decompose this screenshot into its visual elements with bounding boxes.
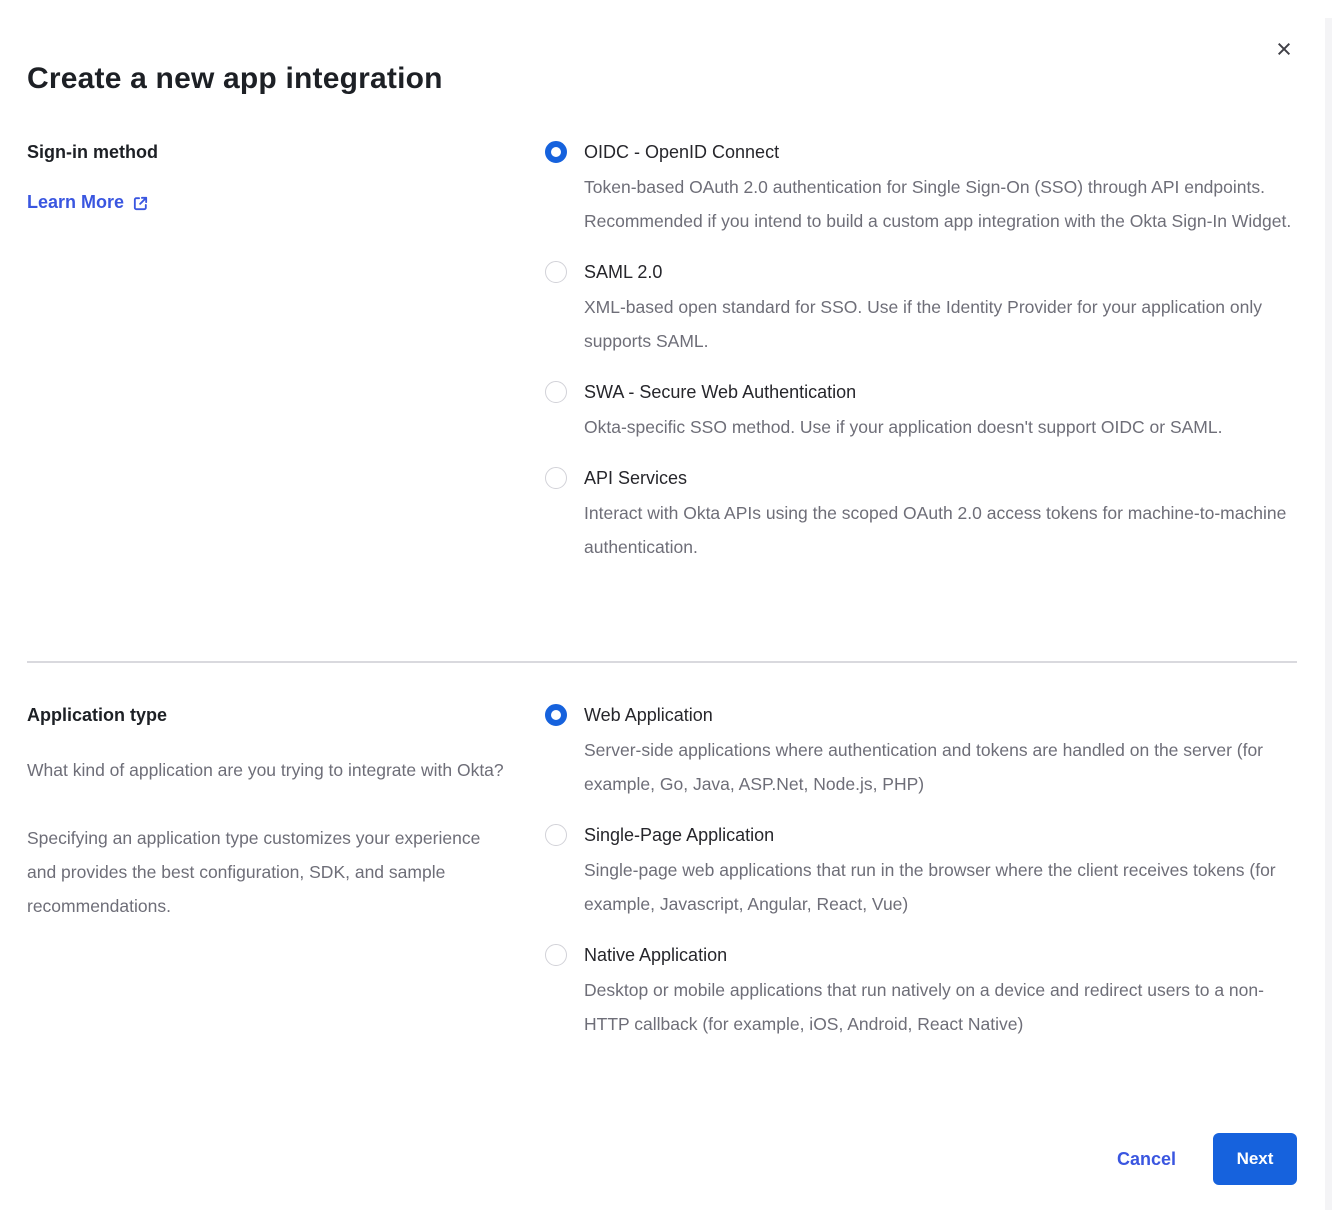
- application-type-section: Application type What kind of applicatio…: [27, 703, 1297, 1063]
- radio-description: Interact with Okta APIs using the scoped…: [584, 496, 1297, 564]
- create-app-integration-modal: × Create a new app integration Sign-in m…: [0, 0, 1332, 1185]
- apptype-option-spa: Single-Page Application Single-page web …: [545, 823, 1297, 921]
- signin-option-api-services-row[interactable]: API Services: [545, 466, 1297, 490]
- radio-label[interactable]: OIDC - OpenID Connect: [584, 140, 779, 164]
- apptype-option-web: Web Application Server-side applications…: [545, 703, 1297, 801]
- radio-label[interactable]: Native Application: [584, 943, 727, 967]
- radio-icon[interactable]: [545, 141, 567, 163]
- signin-method-heading: Sign-in method: [27, 140, 545, 164]
- section-divider: [27, 661, 1297, 663]
- application-type-note: Specifying an application type customize…: [27, 821, 505, 923]
- radio-icon[interactable]: [545, 467, 567, 489]
- radio-icon[interactable]: [545, 824, 567, 846]
- apptype-option-spa-row[interactable]: Single-Page Application: [545, 823, 1297, 847]
- signin-option-swa-row[interactable]: SWA - Secure Web Authentication: [545, 380, 1297, 404]
- radio-label[interactable]: SAML 2.0: [584, 260, 662, 284]
- radio-description: Server-side applications where authentic…: [584, 733, 1297, 801]
- radio-icon[interactable]: [545, 944, 567, 966]
- learn-more-link[interactable]: Learn More: [27, 190, 149, 214]
- signin-option-saml: SAML 2.0 XML-based open standard for SSO…: [545, 260, 1297, 358]
- apptype-option-web-row[interactable]: Web Application: [545, 703, 1297, 727]
- apptype-option-native: Native Application Desktop or mobile app…: [545, 943, 1297, 1041]
- page-title: Create a new app integration: [27, 60, 1297, 98]
- next-button[interactable]: Next: [1213, 1133, 1297, 1185]
- radio-description: XML-based open standard for SSO. Use if …: [584, 290, 1297, 358]
- signin-method-section: Sign-in method Learn More OIDC - OpenID …: [27, 140, 1297, 586]
- radio-label[interactable]: SWA - Secure Web Authentication: [584, 380, 856, 404]
- application-type-question: What kind of application are you trying …: [27, 753, 505, 787]
- close-icon[interactable]: ×: [1269, 34, 1299, 64]
- cancel-button[interactable]: Cancel: [1117, 1149, 1176, 1170]
- signin-option-oidc-row[interactable]: OIDC - OpenID Connect: [545, 140, 1297, 164]
- radio-description: Token-based OAuth 2.0 authentication for…: [584, 170, 1297, 238]
- radio-label[interactable]: Single-Page Application: [584, 823, 774, 847]
- application-type-heading: Application type: [27, 703, 545, 727]
- learn-more-label: Learn More: [27, 190, 124, 214]
- radio-label[interactable]: API Services: [584, 466, 687, 490]
- external-link-icon: [132, 193, 149, 212]
- signin-option-oidc: OIDC - OpenID Connect Token-based OAuth …: [545, 140, 1297, 238]
- radio-icon[interactable]: [545, 704, 567, 726]
- signin-option-api-services: API Services Interact with Okta APIs usi…: [545, 466, 1297, 564]
- radio-description: Okta-specific SSO method. Use if your ap…: [584, 410, 1297, 444]
- modal-footer: Cancel Next: [27, 1133, 1297, 1185]
- radio-icon[interactable]: [545, 261, 567, 283]
- radio-description: Single-page web applications that run in…: [584, 853, 1297, 921]
- signin-option-saml-row[interactable]: SAML 2.0: [545, 260, 1297, 284]
- radio-icon[interactable]: [545, 381, 567, 403]
- radio-description: Desktop or mobile applications that run …: [584, 973, 1297, 1041]
- radio-label[interactable]: Web Application: [584, 703, 713, 727]
- signin-option-swa: SWA - Secure Web Authentication Okta-spe…: [545, 380, 1297, 444]
- apptype-option-native-row[interactable]: Native Application: [545, 943, 1297, 967]
